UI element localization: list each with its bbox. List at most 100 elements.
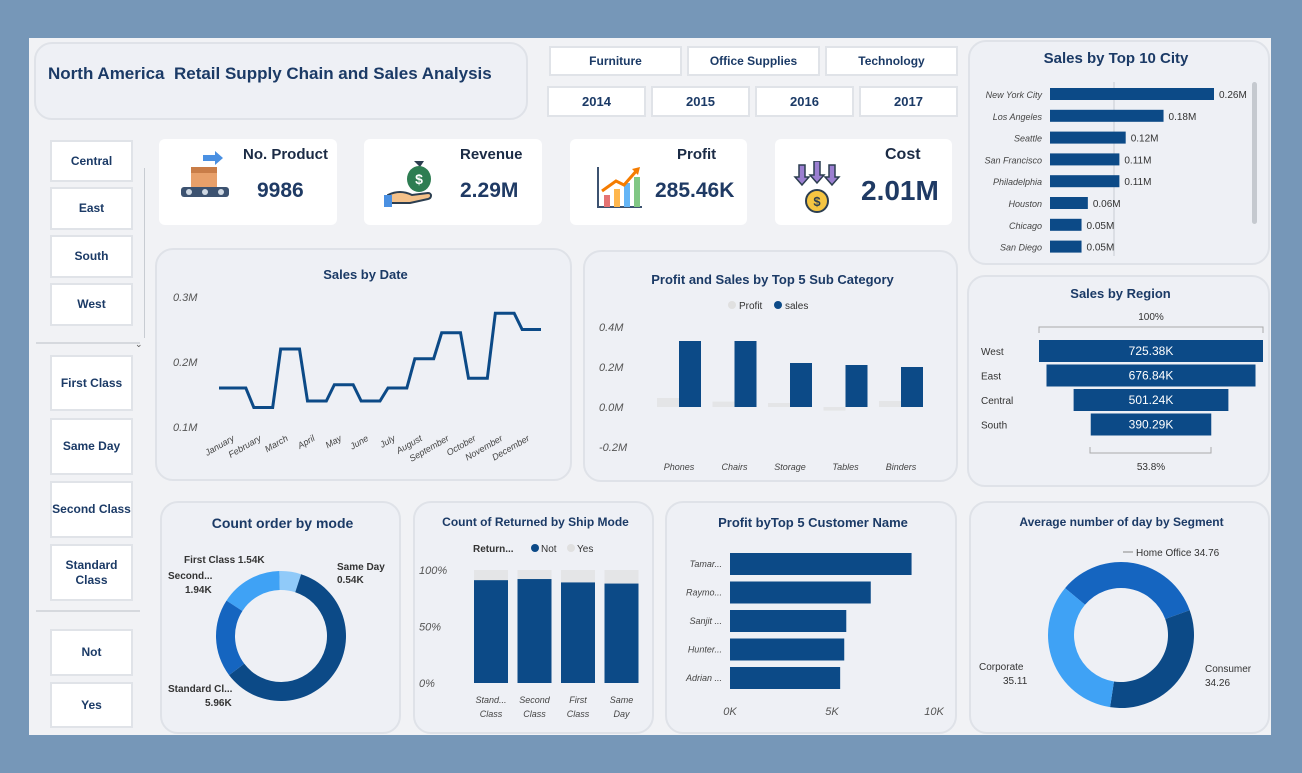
city-label: Seattle (1014, 134, 1042, 144)
mode-label-same: Same Day (337, 562, 385, 573)
returned-yes-bar (604, 570, 639, 584)
subcat-sales-bar (845, 365, 868, 407)
city-data-label: 0.05M (1087, 243, 1115, 254)
returned-yes-button[interactable]: Yes (50, 682, 133, 728)
returned-x-tick-line2: Class (567, 709, 590, 719)
page-title: North America Retail Supply Chain and Sa… (48, 64, 492, 83)
region-slicer-scrollbar[interactable] (144, 168, 145, 338)
divider (36, 610, 140, 612)
customer-label: Raymo... (686, 588, 722, 598)
money-hand-icon: $ (384, 161, 432, 207)
city-chart-scrollbar[interactable] (1252, 82, 1257, 224)
conveyor-box-icon (181, 151, 229, 197)
date-chart-card: Sales by Date 0.3M 0.2M 0.1M January Februar… (155, 248, 572, 481)
year-2015-button[interactable]: 2015 (651, 86, 750, 117)
region-west-button[interactable]: West (50, 283, 133, 326)
region-east-button[interactable]: East (50, 187, 133, 230)
customer-label: Tamar... (690, 559, 722, 569)
legend-yes-dot (567, 544, 575, 552)
customer-label: Sanjit ... (689, 616, 722, 626)
region-top-label: 100% (1138, 312, 1164, 323)
region-bar-value: 725.38K (1129, 344, 1174, 358)
subcat-sales-bar (734, 341, 757, 407)
subcat-sales-bar (790, 363, 812, 407)
shipmode-standard-class-button[interactable]: Standard Class (50, 544, 133, 601)
customer-bar (730, 610, 847, 632)
region-chart-title: Sales by Region (1070, 286, 1171, 301)
city-bar (1050, 175, 1120, 188)
city-label: New York City (986, 90, 1043, 100)
segment-chart-card: Average number of day by Segment Home Of… (969, 501, 1270, 734)
city-bar (1050, 218, 1082, 231)
subcat-y-tick: 0.0M (599, 402, 624, 414)
chevron-down-icon[interactable]: ⌄ (135, 339, 143, 350)
customer-label: Hunter... (688, 645, 722, 655)
mode-chart-card: Count order by mode First Class 1.54K Sec… (160, 501, 401, 734)
returned-not-button[interactable]: Not (50, 629, 133, 676)
region-label: East (981, 372, 1001, 383)
returned-yes-bar (561, 570, 595, 583)
customer-bar (730, 581, 871, 604)
mode-label-standard: Standard Cl... (168, 684, 233, 695)
subcat-bar-chart: Profit sales 0.4M 0.2M 0.0M -0.2M Phones Chairs… (599, 301, 923, 472)
year-2017-button[interactable]: 2017 (859, 86, 958, 117)
city-label: Chicago (1009, 221, 1042, 231)
subcat-x-tick: Chairs (721, 462, 748, 472)
segment-donut-chart: Home Office 34.76 Consumer 34.26 Corporate 3… (979, 548, 1252, 708)
city-label: San Francisco (984, 155, 1042, 165)
kpi-cost-label: Cost (885, 146, 921, 163)
city-data-label: 0.05M (1087, 221, 1115, 232)
date-x-tick: April (295, 433, 317, 452)
kpi-revenue-card: $ Revenue 2.29M (364, 139, 542, 225)
mode-donut-chart: First Class 1.54K Second... 1.94K Same Day 0… (168, 555, 385, 709)
shipmode-same-day-button[interactable]: Same Day (50, 418, 133, 475)
customer-chart-card: Profit byTop 5 Customer Name Tamar... Ray… (665, 501, 957, 734)
city-data-label: 0.12M (1131, 134, 1159, 145)
category-furniture-button[interactable]: Furniture (549, 46, 682, 76)
shipmode-second-class-button[interactable]: Second Class (50, 481, 133, 538)
date-y-tick: 0.3M (173, 292, 198, 304)
subcat-sales-bar (901, 367, 923, 407)
legend-yes-label: Yes (577, 544, 593, 555)
region-bar-value: 676.84K (1129, 369, 1174, 383)
category-office-supplies-button[interactable]: Office Supplies (687, 46, 820, 76)
date-x-tick: June (347, 433, 370, 452)
returned-x-tick: Same (610, 695, 634, 705)
legend-sales-dot (774, 301, 782, 309)
date-y-tick: 0.1M (173, 422, 198, 434)
customer-bar (730, 553, 912, 575)
returned-chart-title: Count of Returned by Ship Mode (442, 515, 629, 529)
year-2014-button[interactable]: 2014 (547, 86, 646, 117)
segment-label-home: Home Office 34.76 (1136, 548, 1220, 559)
customer-x-tick: 10K (924, 706, 944, 718)
kpi-profit-value: 285.46K (655, 179, 735, 202)
kpi-revenue-label: Revenue (460, 146, 523, 163)
subcat-chart-title: Profit and Sales by Top 5 Sub Category (651, 272, 894, 287)
category-technology-button[interactable]: Technology (825, 46, 958, 76)
customer-x-tick: 5K (825, 706, 839, 718)
subcat-y-tick: 0.2M (599, 362, 624, 374)
date-sales-line (219, 311, 541, 409)
date-x-tick: May (324, 433, 344, 450)
region-south-button[interactable]: South (50, 235, 133, 278)
region-central-button[interactable]: Central (50, 140, 133, 182)
city-label: San Diego (1000, 243, 1042, 253)
date-line-chart: 0.3M0.2M0.1MJanuaryFebruary March April May… (173, 292, 541, 464)
returned-x-tick-line2: Class (523, 709, 546, 719)
returned-not-bar (604, 583, 639, 683)
year-2016-button[interactable]: 2016 (755, 86, 854, 117)
subcat-sales-bar (679, 341, 701, 407)
subcat-x-tick: Tables (832, 462, 859, 472)
city-bar (1050, 240, 1082, 253)
date-x-tick: March (263, 433, 290, 454)
kpi-product-card: No. Product 9986 (159, 139, 337, 225)
returned-y-tick: 50% (419, 622, 441, 634)
customer-bar (730, 667, 841, 689)
mode-donut-slice (226, 571, 280, 611)
segment-donut-slice (1065, 562, 1190, 620)
returned-legend-title: Return... (473, 544, 514, 555)
customer-bar-chart: Tamar... Raymo... Sanjit ... Hunter... Adria… (685, 553, 944, 718)
shipmode-first-class-button[interactable]: First Class (50, 355, 133, 411)
date-y-tick: 0.2M (173, 357, 198, 369)
subcat-x-tick: Binders (886, 462, 917, 472)
